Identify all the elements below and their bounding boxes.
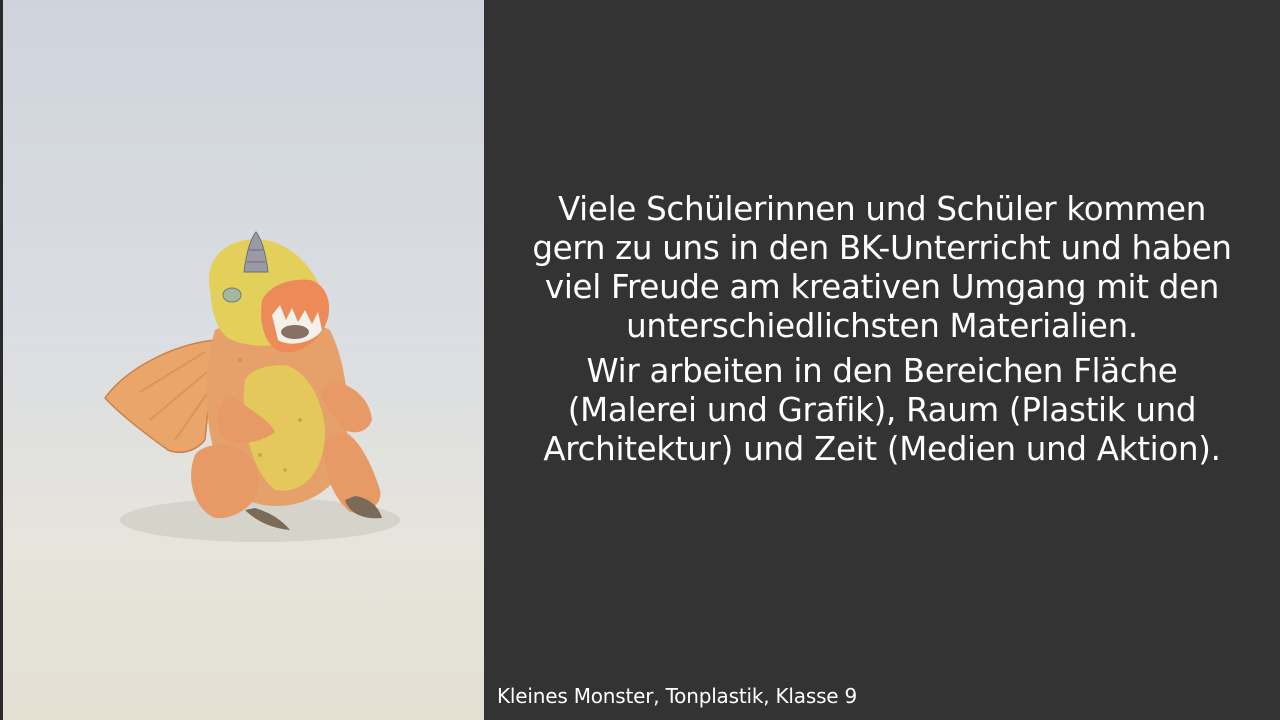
sculpture-horn: [243, 231, 269, 273]
sculpture-photo: [0, 0, 484, 720]
paragraph-areas: Wir arbeiten in den Bereichen Fläche (Ma…: [543, 352, 1221, 468]
slide-text: Viele Schülerinnen und Schüler kommen ge…: [520, 190, 1244, 475]
paragraph-intro: Viele Schülerinnen und Schüler kommen ge…: [532, 190, 1232, 345]
sculpture-eye: [222, 287, 242, 303]
image-caption: Kleines Monster, Tonplastik, Klasse 9: [497, 684, 858, 708]
clay-monster-illustration: [104, 231, 400, 542]
